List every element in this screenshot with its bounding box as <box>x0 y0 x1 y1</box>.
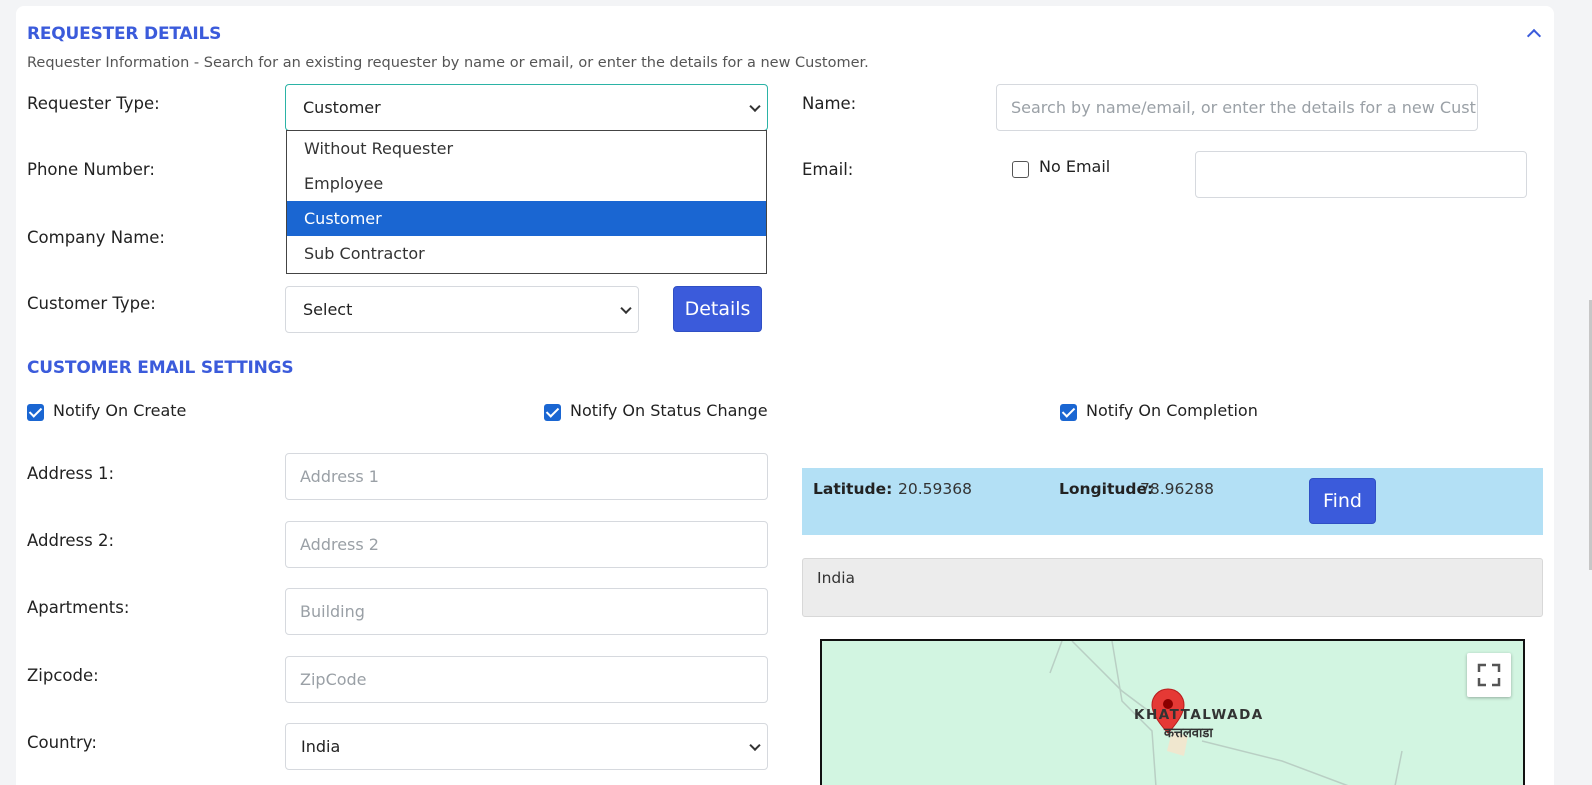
customer-type-value: Select <box>303 300 353 319</box>
notify-on-create-checkbox[interactable] <box>27 404 44 421</box>
address1-input[interactable]: Address 1 <box>285 453 768 500</box>
address2-placeholder: Address 2 <box>300 535 379 554</box>
no-email-label: No Email <box>1039 157 1111 176</box>
dropdown-option-customer[interactable]: Customer <box>287 201 766 236</box>
requester-type-select[interactable]: Customer <box>285 84 768 131</box>
notify-on-status-change-label: Notify On Status Change <box>570 401 768 420</box>
address1-placeholder: Address 1 <box>300 467 379 486</box>
address1-label: Address 1: <box>27 464 115 483</box>
no-email-checkbox[interactable] <box>1012 161 1029 178</box>
chevron-down-icon <box>749 100 761 112</box>
dropdown-option-sub-contractor[interactable]: Sub Contractor <box>287 236 766 271</box>
address2-label: Address 2: <box>27 531 115 550</box>
requester-type-label: Requester Type: <box>27 94 160 113</box>
apartments-placeholder: Building <box>300 602 365 621</box>
map-place-label: KHATTALWADA <box>1134 707 1264 723</box>
notify-on-completion-label: Notify On Completion <box>1086 401 1258 420</box>
fullscreen-icon <box>1477 663 1501 687</box>
fullscreen-button[interactable] <box>1467 653 1511 697</box>
customer-type-label: Customer Type: <box>27 294 156 313</box>
requester-description: Requester Information - Search for an ex… <box>27 55 869 71</box>
location-map[interactable]: KHATTALWADA कत्तलवाडा <box>820 639 1525 785</box>
notify-on-create-label: Notify On Create <box>53 401 187 420</box>
email-input[interactable] <box>1195 151 1527 198</box>
customer-email-settings-title: CUSTOMER EMAIL SETTINGS <box>27 358 294 378</box>
find-button[interactable]: Find <box>1309 478 1376 524</box>
dropdown-option-employee[interactable]: Employee <box>287 166 766 201</box>
apartments-input[interactable]: Building <box>285 588 768 635</box>
name-search-input[interactable]: Search by name/email, or enter the detai… <box>996 84 1478 131</box>
details-button[interactable]: Details <box>673 286 762 332</box>
company-name-label: Company Name: <box>27 228 165 247</box>
address-display: India <box>802 558 1543 617</box>
apartments-label: Apartments: <box>27 598 130 617</box>
email-label: Email: <box>802 160 854 179</box>
notify-on-status-change-checkbox[interactable] <box>544 404 561 421</box>
address2-input[interactable]: Address 2 <box>285 521 768 568</box>
chevron-down-icon <box>749 739 761 751</box>
dropdown-option-without-requester[interactable]: Without Requester <box>287 131 766 166</box>
country-value: India <box>301 737 341 756</box>
latitude-label: Latitude: <box>813 480 893 498</box>
country-label: Country: <box>27 733 97 752</box>
zipcode-input[interactable]: ZipCode <box>285 656 768 703</box>
zipcode-placeholder: ZipCode <box>300 670 367 689</box>
name-label: Name: <box>802 94 857 113</box>
name-search-placeholder: Search by name/email, or enter the detai… <box>1011 98 1476 117</box>
requester-type-value: Customer <box>303 98 381 117</box>
map-place-label-devanagari: कत्तलवाडा <box>1164 726 1213 741</box>
longitude-value: 78.96288 <box>1140 480 1214 498</box>
country-select[interactable]: India <box>285 723 768 770</box>
chevron-down-icon <box>620 302 632 314</box>
customer-type-select[interactable]: Select <box>285 286 639 333</box>
phone-number-label: Phone Number: <box>27 160 155 179</box>
latitude-value: 20.59368 <box>898 480 972 498</box>
notify-on-completion-checkbox[interactable] <box>1060 404 1077 421</box>
requester-type-dropdown: Without Requester Employee Customer Sub … <box>286 130 767 274</box>
zipcode-label: Zipcode: <box>27 666 99 685</box>
requester-details-title: REQUESTER DETAILS <box>27 24 222 44</box>
coordinates-bar: Latitude: 20.59368 Longitude: 78.96288 F… <box>802 468 1543 535</box>
